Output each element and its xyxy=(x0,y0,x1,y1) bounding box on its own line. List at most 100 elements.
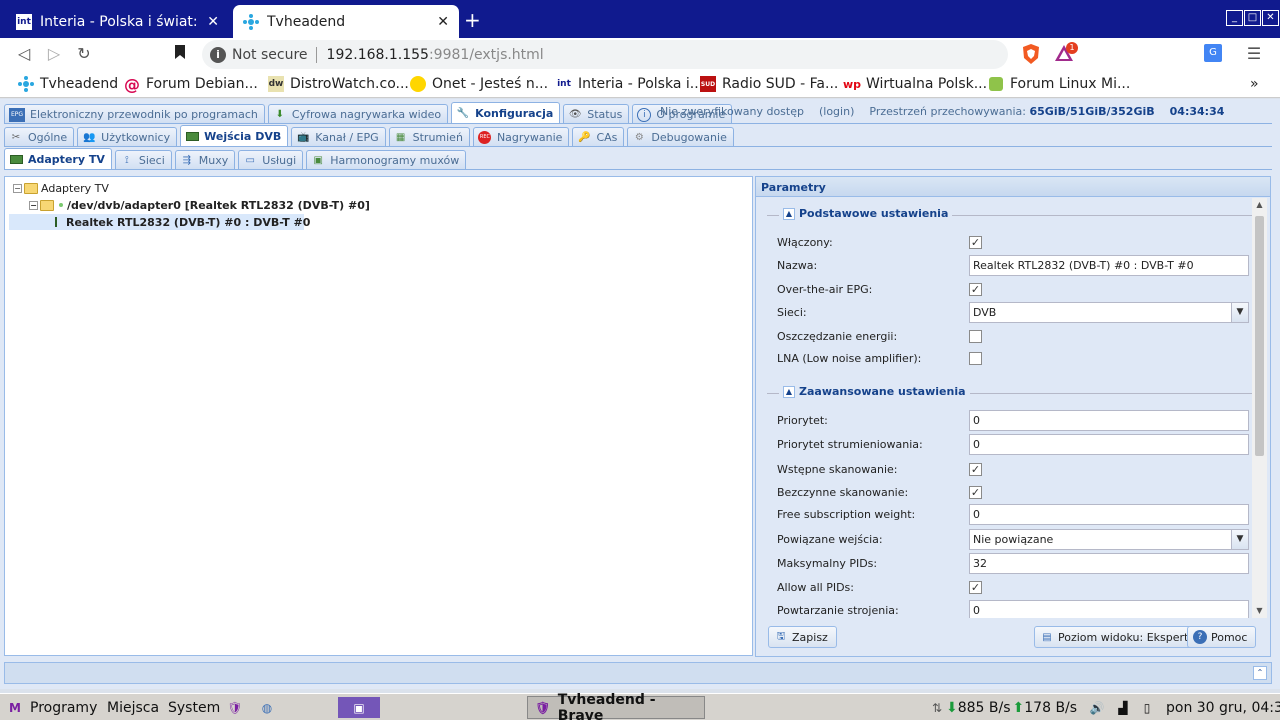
translate-icon[interactable]: G xyxy=(1204,44,1224,64)
rewards-badge: 1 xyxy=(1066,42,1078,54)
bookmark-forum-debian[interactable]: @ Forum Debian... xyxy=(124,74,258,94)
save-button[interactable]: 🖫 Zapisz xyxy=(768,626,837,648)
field-free-subscription-weight: Free subscription weight: xyxy=(777,503,1249,525)
power-save-checkbox[interactable] xyxy=(969,329,982,343)
tab-epg[interactable]: EPG Elektroniczny przewodnik po programac… xyxy=(4,104,265,124)
tab-configuration[interactable]: 🔧 Konfiguracja xyxy=(451,102,561,124)
browser-tab-tvheadend[interactable]: Tvheadend ✕ xyxy=(233,5,459,38)
applications-menu[interactable]: M Programy xyxy=(6,697,97,718)
collapse-icon[interactable]: − xyxy=(29,200,38,210)
tree-node-root[interactable]: − Adaptery TV xyxy=(13,180,109,196)
tab-users[interactable]: 👥 Użytkownicy xyxy=(77,127,178,147)
tab-muxes[interactable]: ⇶ Muxy xyxy=(174,150,236,170)
parameters-panel: Parametry ▲ Podstawowe ustawienia Włączo… xyxy=(755,176,1271,657)
ota-epg-checkbox[interactable]: ✓ xyxy=(969,282,982,296)
bookmark-wirtualna-polska[interactable]: wp Wirtualna Polsk... xyxy=(843,74,987,94)
back-arrow-icon[interactable]: ◁ xyxy=(14,44,34,64)
enabled-checkbox[interactable]: ✓ xyxy=(969,235,982,249)
networks-select[interactable]: DVB ▼ xyxy=(969,301,1249,323)
tab-stream[interactable]: ▦ Strumień xyxy=(388,127,470,147)
places-menu[interactable]: Miejsca xyxy=(107,697,159,718)
max-pids-input[interactable] xyxy=(969,552,1249,574)
network-launcher-icon[interactable]: ◍ xyxy=(258,697,276,718)
bookmark-distrowatch[interactable]: dw DistroWatch.co... xyxy=(268,74,409,94)
form-scrollbar[interactable]: ▲ ▼ xyxy=(1252,198,1267,618)
browser-tab-interia[interactable]: int Interia - Polska i świat: infor ✕ xyxy=(6,5,229,38)
bookmark-interia[interactable]: int Interia - Polska i... xyxy=(556,74,703,94)
fieldset-legend[interactable]: ▲ Podstawowe ustawienia xyxy=(779,207,953,220)
close-tab-icon[interactable]: ✕ xyxy=(207,14,219,30)
tree-node-frontend[interactable]: Realtek RTL2832 (DVB-T) #0 : DVB-T #0 xyxy=(9,214,310,230)
collapse-icon[interactable]: ▲ xyxy=(783,207,795,220)
new-tab-button[interactable]: + xyxy=(464,8,481,32)
scroll-down-icon[interactable]: ▼ xyxy=(1252,604,1267,618)
bookmark-icon[interactable] xyxy=(170,44,190,64)
tab-dvr[interactable]: ⬇ Cyfrowa nagrywarka wideo xyxy=(267,104,449,124)
allow-all-pids-checkbox[interactable]: ✓ xyxy=(969,580,982,594)
clock[interactable]: pon 30 gru, 04:34 xyxy=(1166,697,1280,718)
help-button[interactable]: ? Pomoc xyxy=(1187,626,1257,648)
collapse-icon[interactable]: − xyxy=(13,183,22,193)
chevron-down-icon[interactable]: ▼ xyxy=(1231,302,1248,322)
chevron-down-icon[interactable]: ▼ xyxy=(1231,529,1248,549)
tab-tv-adapters[interactable]: Adaptery TV xyxy=(4,148,112,170)
minimize-window-icon[interactable]: _ xyxy=(1226,10,1243,26)
initial-scan-checkbox[interactable]: ✓ xyxy=(969,462,982,476)
maximize-window-icon[interactable]: □ xyxy=(1244,10,1261,26)
tree-node-adapter[interactable]: − /dev/dvb/adapter0 [Realtek RTL2832 (DV… xyxy=(29,197,370,213)
tab-services[interactable]: ▭ Usługi xyxy=(238,150,304,170)
linked-inputs-select[interactable]: Nie powiązane ▼ xyxy=(969,528,1249,550)
volume-icon[interactable]: 🔊 xyxy=(1088,697,1106,718)
tab-channel-epg[interactable]: 📺 Kanał / EPG xyxy=(291,127,386,147)
schedule-icon: ▣ xyxy=(313,155,323,166)
close-window-icon[interactable]: ✕ xyxy=(1262,10,1279,26)
system-menu[interactable]: System xyxy=(168,697,220,718)
battery-icon[interactable]: ▯ xyxy=(1138,697,1156,718)
tab-recording[interactable]: REC Nagrywanie xyxy=(472,127,570,147)
priority-input[interactable] xyxy=(969,409,1249,431)
scrollbar-thumb[interactable] xyxy=(1255,216,1264,456)
info-icon[interactable]: i xyxy=(210,46,226,63)
view-level-button[interactable]: ▤ Poziom widoku: Ekspert ▼ xyxy=(1034,626,1206,648)
select-value: DVB xyxy=(973,305,997,319)
reload-icon[interactable]: ↻ xyxy=(74,44,94,64)
bookmark-forum-linux-mint[interactable]: Forum Linux Mi... xyxy=(988,74,1130,94)
divider xyxy=(315,46,317,63)
bookmark-radio-sud[interactable]: SUD Radio SUD - Fa... xyxy=(700,74,838,94)
tab-networks[interactable]: ⟟ Sieci xyxy=(114,150,172,170)
forward-arrow-icon[interactable]: ▷ xyxy=(44,44,64,64)
tab-status[interactable]: 👁 Status xyxy=(563,104,630,124)
tune-repeats-input[interactable] xyxy=(969,599,1249,618)
brave-shields-icon[interactable] xyxy=(1021,44,1041,64)
collapse-icon[interactable]: ▲ xyxy=(783,385,795,398)
menu-icon[interactable]: ☰ xyxy=(1244,44,1264,64)
brave-launcher-icon[interactable]: 🛡 xyxy=(226,697,244,718)
expand-log-icon[interactable]: ⌃ xyxy=(1253,666,1267,680)
close-tab-icon[interactable]: ✕ xyxy=(437,14,449,30)
streaming-priority-input[interactable] xyxy=(969,433,1249,455)
bookmark-onet[interactable]: Onet - Jesteś n... xyxy=(410,74,548,94)
workspace-switcher[interactable]: ▣ xyxy=(338,697,380,718)
address-bar[interactable]: i Not secure 192.168.1.155 :9981/extjs.h… xyxy=(202,40,1008,69)
tab-debugging[interactable]: ⚙ Debugowanie xyxy=(627,127,734,147)
parameters-toolbar: 🖫 Zapisz ▤ Poziom widoku: Ekspert ▼ ? Po… xyxy=(757,623,1269,653)
field-label: Free subscription weight: xyxy=(777,507,916,521)
tab-mux-schedulers[interactable]: ▣ Harmonogramy muxów xyxy=(306,150,467,170)
tab-cas[interactable]: 🔑 CAs xyxy=(572,127,625,147)
name-input[interactable] xyxy=(969,254,1249,276)
tab-dvb-inputs[interactable]: Wejścia DVB xyxy=(180,125,289,147)
lna-checkbox[interactable] xyxy=(969,351,982,365)
taskbar-brave-window[interactable]: 🛡 Tvheadend - Brave xyxy=(527,692,705,720)
scroll-up-icon[interactable]: ▲ xyxy=(1252,198,1267,212)
login-link[interactable]: (login) xyxy=(819,105,854,118)
more-bookmarks-button[interactable]: » xyxy=(1250,74,1259,94)
fieldset-legend[interactable]: ▲ Zaawansowane ustawienia xyxy=(779,385,970,398)
tab-general[interactable]: ✂ Ogólne xyxy=(4,127,75,147)
idle-scan-checkbox[interactable]: ✓ xyxy=(969,485,982,499)
bookmark-tvheadend[interactable]: Tvheadend xyxy=(18,74,118,94)
brave-rewards-icon[interactable]: 1 xyxy=(1054,42,1078,64)
free-subscription-weight-input[interactable] xyxy=(969,503,1249,525)
service-icon: ▭ xyxy=(245,155,255,166)
signal-icon[interactable]: ▟ xyxy=(1114,697,1132,718)
field-ota-epg: Over-the-air EPG: ✓ xyxy=(777,279,1249,299)
